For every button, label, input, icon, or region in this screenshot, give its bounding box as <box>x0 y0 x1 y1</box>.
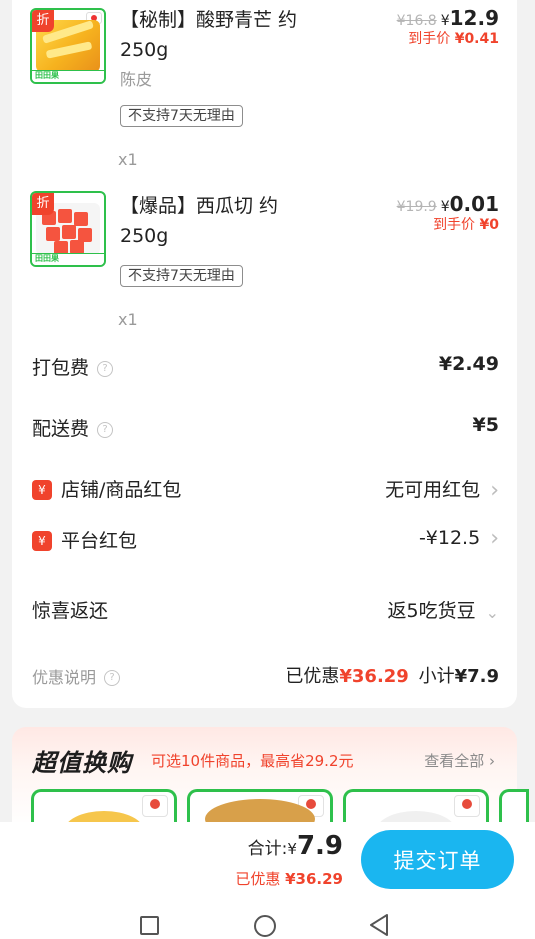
packing-fee-row: 打包费? ¥2.49 <box>12 347 517 383</box>
discount-note-text: 优惠说明 <box>32 668 97 687</box>
original-price: ¥19.9 <box>396 199 437 215</box>
brand-logo-icon <box>454 795 480 817</box>
chevron-right-icon: › <box>490 478 499 503</box>
original-price: ¥16.8 <box>396 13 437 29</box>
arrive-label: 到手价 <box>433 217 476 233</box>
circle-home-icon[interactable] <box>254 915 276 937</box>
packing-fee-value: ¥2.49 <box>438 353 499 375</box>
delivery-fee-row: 配送费? ¥5 <box>12 408 517 444</box>
chevron-right-icon: › <box>489 752 495 770</box>
question-circle-icon[interactable]: ? <box>104 670 121 686</box>
product-name[interactable]: 【爆品】西瓜切 约250g <box>120 191 310 251</box>
packing-fee-label: 打包费? <box>32 353 114 380</box>
thumb-strip-label: 田田果 <box>35 71 59 80</box>
discount-note[interactable]: 优惠说明? <box>32 664 121 688</box>
delivery-fee-text: 配送费 <box>32 418 90 440</box>
product-thumbnail[interactable]: 折 田田果 <box>30 191 106 267</box>
discount-tag: 折 <box>32 10 54 32</box>
promo-subtitle: 可选10件商品，最高省29.2元 <box>151 752 354 770</box>
product-spec: 陈皮 <box>120 70 153 89</box>
price-box: ¥19.9 ¥0.01 到手价 ¥0 <box>397 192 499 234</box>
arrive-label: 到手价 <box>408 31 451 47</box>
promo-title: 超值换购 <box>32 749 132 777</box>
surprise-return-label: 惊喜返还 <box>32 600 109 622</box>
bottom-saved-value: ¥36.29 <box>285 870 343 888</box>
chevron-down-icon: ⌄ <box>485 603 499 622</box>
arrive-value: ¥0.41 <box>454 31 499 47</box>
checkout-bar: 合计:¥7.9 已优惠 ¥36.29 提交订单 <box>0 822 535 898</box>
currency-symbol: ¥ <box>287 840 297 858</box>
discount-tag: 折 <box>32 193 54 215</box>
platform-coupon-value-text: -¥12.5 <box>418 527 481 549</box>
price-box: ¥16.8 ¥12.9 到手价 ¥0.41 <box>397 6 499 48</box>
view-all-link[interactable]: 查看全部 › <box>424 750 495 771</box>
product-qty: x1 <box>118 310 138 329</box>
shop-coupon-text: 店铺/商品红包 <box>61 479 182 501</box>
thumb-strip-label: 田田果 <box>35 254 59 263</box>
summary-row: 优惠说明? 已优惠¥36.29 小计¥7.9 <box>12 656 517 692</box>
question-circle-icon[interactable]: ? <box>97 361 114 377</box>
surprise-return-row[interactable]: 惊喜返还 返5吃货豆 ⌄ <box>12 590 517 626</box>
saved-label: 已优惠 <box>285 666 340 687</box>
arrive-value: ¥0 <box>479 217 499 233</box>
triangle-back-icon[interactable] <box>368 913 390 937</box>
product-name[interactable]: 【秘制】酸野青芒 约250g <box>120 5 310 65</box>
currency-symbol: ¥ <box>440 199 450 215</box>
coupon-badge-icon: ¥ <box>32 480 52 500</box>
platform-coupon-row[interactable]: ¥ 平台红包 -¥12.5 › <box>12 520 517 556</box>
delivery-fee-value: ¥5 <box>472 414 499 436</box>
shop-coupon-label: ¥ 店铺/商品红包 <box>32 475 181 502</box>
submit-order-button[interactable]: 提交订单 <box>361 830 514 889</box>
surprise-return-value-text: 返5吃货豆 <box>387 600 476 622</box>
order-card: 折 田田果 【秘制】酸野青芒 约250g 陈皮 不支持7天无理由 x1 ¥16.… <box>12 0 517 708</box>
current-price: 12.9 <box>449 6 499 30</box>
surprise-return-value[interactable]: 返5吃货豆 ⌄ <box>388 596 500 623</box>
chevron-right-icon: › <box>490 526 499 551</box>
platform-coupon-label: ¥ 平台红包 <box>32 526 137 553</box>
total-line: 合计:¥7.9 <box>248 831 343 861</box>
summary-values: 已优惠¥36.29 小计¥7.9 <box>285 662 499 688</box>
promo-section: 超值换购 可选10件商品，最高省29.2元 查看全部 › <box>12 727 529 829</box>
shop-coupon-value[interactable]: 无可用红包 › <box>385 475 499 503</box>
total-value: 7.9 <box>296 831 343 861</box>
coupon-badge-icon: ¥ <box>32 531 52 551</box>
platform-coupon-text: 平台红包 <box>61 530 138 552</box>
policy-tag: 不支持7天无理由 <box>120 265 243 287</box>
bottom-saved-label: 已优惠 <box>235 870 281 888</box>
product-thumbnail[interactable]: 折 田田果 <box>30 8 106 84</box>
arrive-price: 到手价 ¥0 <box>397 214 499 234</box>
system-nav-bar <box>0 898 535 939</box>
product-qty: x1 <box>118 150 138 169</box>
view-all-text: 查看全部 <box>424 752 485 770</box>
delivery-fee-label: 配送费? <box>32 414 114 441</box>
saved-line: 已优惠 ¥36.29 <box>235 868 343 889</box>
question-circle-icon[interactable]: ? <box>97 422 114 438</box>
packing-fee-text: 打包费 <box>32 357 90 379</box>
square-recents-icon[interactable] <box>140 916 159 935</box>
brand-logo-icon <box>142 795 168 817</box>
arrive-price: 到手价 ¥0.41 <box>397 28 499 48</box>
currency-symbol: ¥ <box>440 13 450 29</box>
shop-coupon-value-text: 无可用红包 <box>385 479 481 501</box>
saved-value: ¥36.29 <box>339 666 409 687</box>
current-price: 0.01 <box>449 192 499 216</box>
subtotal-value: ¥7.9 <box>454 666 499 687</box>
platform-coupon-value[interactable]: -¥12.5 › <box>419 526 499 551</box>
subtotal-label: 小计 <box>418 666 455 687</box>
shop-coupon-row[interactable]: ¥ 店铺/商品红包 无可用红包 › <box>12 469 517 505</box>
policy-tag: 不支持7天无理由 <box>120 105 243 127</box>
total-label: 合计: <box>247 839 288 859</box>
